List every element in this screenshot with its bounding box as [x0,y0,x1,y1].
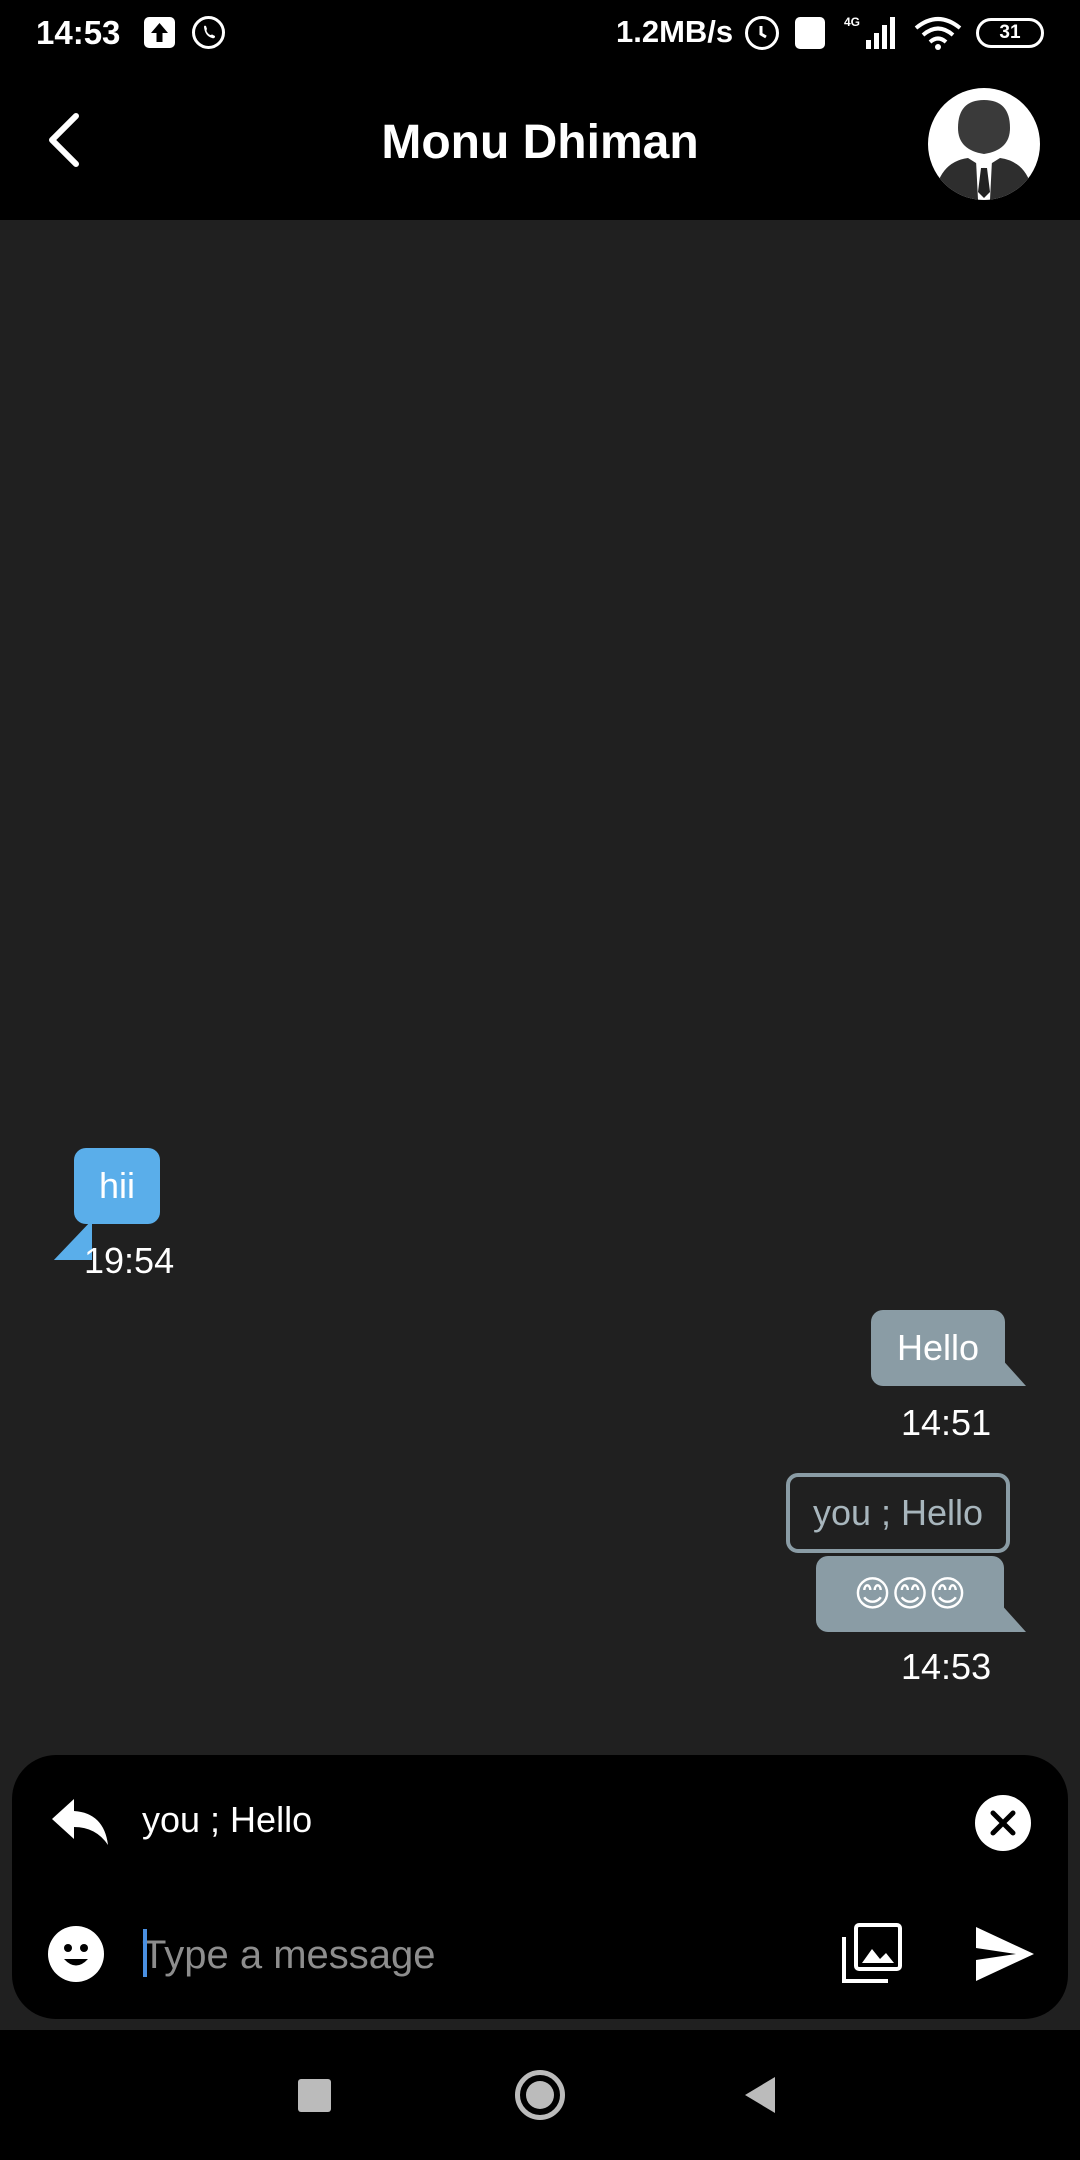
message-time: 14:51 [901,1402,992,1443]
gallery-icon[interactable] [842,1923,902,1983]
bubble-tail [990,1346,1026,1386]
message-text: hii [98,1165,136,1206]
message-text: Hello [896,1327,980,1368]
volte-icon [795,17,825,49]
send-icon[interactable] [974,1925,1036,1983]
whatsapp-icon [192,16,225,49]
recents-icon[interactable] [298,2079,331,2112]
alarm-icon [745,16,779,50]
compose-panel: you ; Hello [12,1755,1068,2019]
contact-name[interactable]: Monu Dhiman [0,115,1080,170]
signal-icon: 4G [844,15,895,49]
home-icon[interactable] [515,2070,565,2120]
quoted-text: you ; Hello [812,1492,984,1533]
message-time: 14:53 [901,1646,992,1687]
nav-back-icon[interactable] [745,2077,775,2113]
system-nav-bar [0,2030,1080,2160]
reply-icon [52,1799,108,1845]
quoted-reply[interactable]: you ; Hello [786,1473,1010,1553]
message-bubble-outgoing[interactable]: Hello [871,1310,1005,1386]
status-time: 14:53 [36,14,121,51]
person-silhouette-icon [934,100,1034,200]
wifi-icon [914,17,962,50]
net-speed: 1.2MB/s [616,14,734,49]
close-icon[interactable] [975,1795,1031,1851]
reply-preview-text: you ; Hello [142,1799,313,1840]
avatar[interactable] [928,88,1040,200]
text-cursor [143,1929,147,1977]
bubble-tail [990,1592,1026,1632]
message-bubble-incoming[interactable]: hii [74,1148,160,1224]
chat-header: Monu Dhiman [0,66,1080,220]
battery-icon: 31 [976,18,1044,48]
status-bar: 14:53 1.2MB/s 4G 31 [0,0,1080,66]
message-input[interactable] [142,1923,702,1987]
message-time: 19:54 [84,1240,175,1281]
message-text: 😊😊😊 [853,1573,967,1614]
network-label: 4G [844,15,860,29]
message-bubble-outgoing[interactable]: 😊😊😊 [816,1556,1004,1632]
emoji-icon[interactable] [48,1926,104,1982]
upload-icon [144,17,175,48]
